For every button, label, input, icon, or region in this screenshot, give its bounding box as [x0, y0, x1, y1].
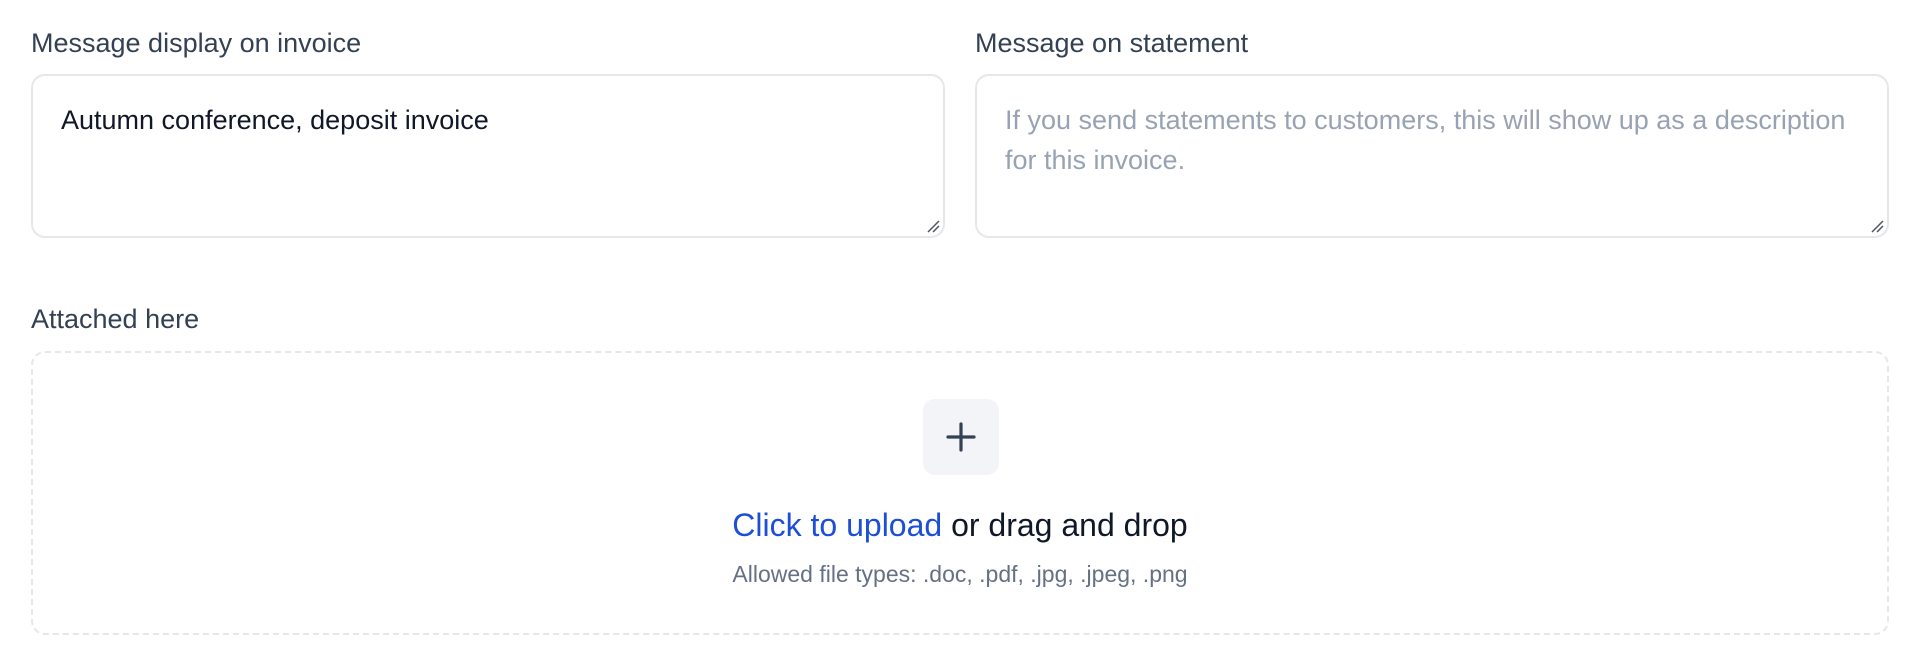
upload-button[interactable] — [923, 399, 999, 475]
resize-grip-icon[interactable] — [1870, 219, 1884, 233]
statement-message-textarea[interactable]: If you send statements to customers, thi… — [975, 74, 1889, 238]
file-dropzone[interactable]: Click to upload or drag and drop Allowed… — [31, 351, 1889, 635]
invoice-message-textarea[interactable]: Autumn conference, deposit invoice — [31, 74, 945, 238]
click-to-upload-link[interactable]: Click to upload — [732, 507, 942, 543]
invoice-message-label: Message display on invoice — [31, 28, 362, 58]
statement-message-placeholder: If you send statements to customers, thi… — [1005, 105, 1846, 175]
upload-instructions: Click to upload or drag and drop — [33, 505, 1887, 545]
invoice-message-value: Autumn conference, deposit invoice — [61, 105, 489, 135]
attachments-label: Attached here — [31, 304, 200, 334]
statement-message-label: Message on statement — [975, 28, 1249, 58]
allowed-file-types: Allowed file types: .doc, .pdf, .jpg, .j… — [732, 561, 1188, 587]
resize-grip-icon[interactable] — [926, 219, 940, 233]
drag-drop-text: or drag and drop — [942, 507, 1188, 543]
plus-icon — [946, 422, 976, 452]
